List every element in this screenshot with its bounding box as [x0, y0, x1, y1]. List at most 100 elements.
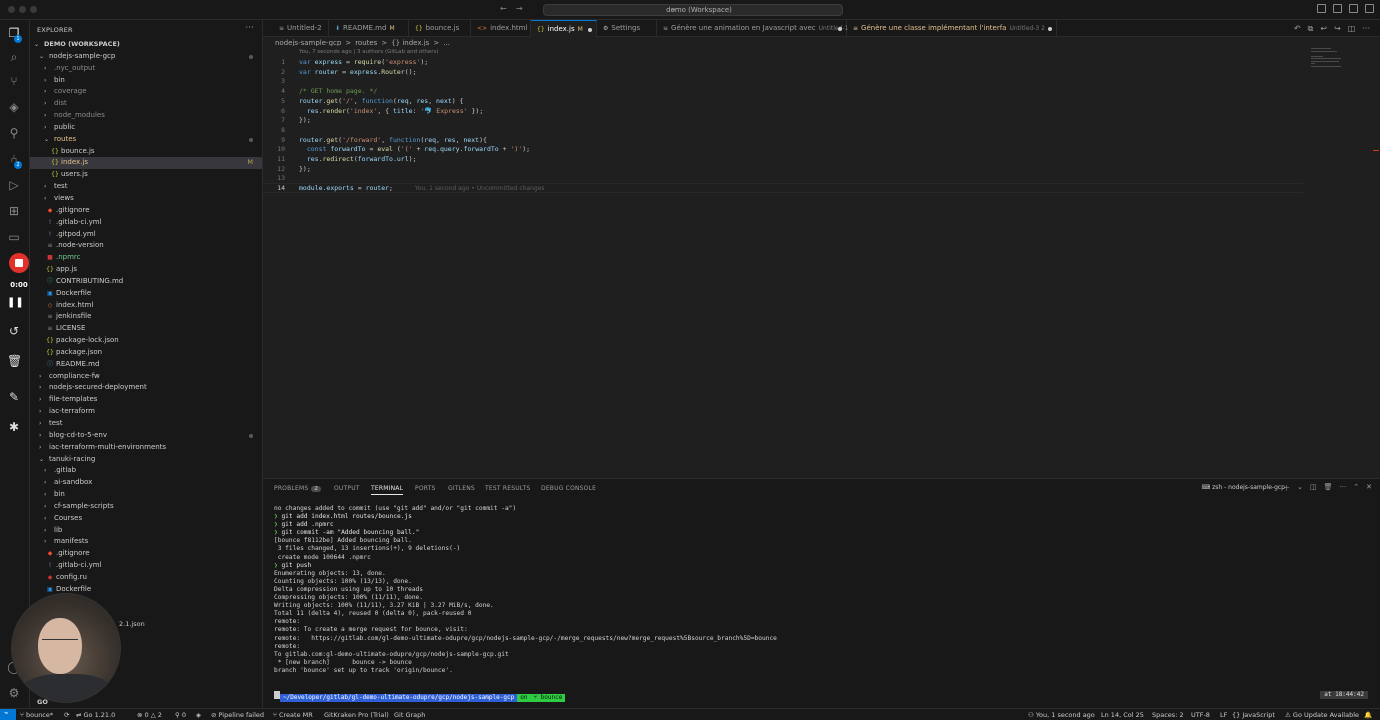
run-debug-icon[interactable]: ▷: [7, 178, 21, 192]
indentation[interactable]: Spaces: 2: [1152, 710, 1184, 720]
chevron-right-icon[interactable]: ›: [44, 75, 51, 87]
unsaved-dot[interactable]: [588, 28, 592, 32]
gitkraken-status[interactable]: GitKraken Pro (Trial): [324, 710, 389, 720]
tree-folder[interactable]: › iac-terraform: [30, 406, 262, 418]
command-center-search[interactable]: ⌕ demo (Workspace): [543, 4, 843, 16]
ports-status[interactable]: ⚲ 0: [175, 710, 186, 720]
tree-file[interactable]: ! .gitlab-ci.yml: [30, 217, 262, 229]
chevron-right-icon[interactable]: ›: [39, 418, 46, 430]
tree-folder[interactable]: › coverage: [30, 86, 262, 98]
panel-tab-test-results[interactable]: TEST RESULTS: [485, 485, 530, 492]
tab-js[interactable]: {} bounce.js: [409, 20, 471, 37]
chevron-right-icon[interactable]: ›: [44, 86, 51, 98]
new-terminal-icon[interactable]: ＋: [1283, 483, 1290, 493]
compare-icon[interactable]: ⧉: [1308, 24, 1314, 34]
split-editor-icon[interactable]: ◫: [1348, 24, 1356, 34]
branch-status[interactable]: ⑂ bounce*: [20, 710, 53, 720]
chevron-right-icon[interactable]: ›: [44, 536, 51, 548]
toggle-panel-icon[interactable]: [1333, 4, 1342, 13]
blame-status[interactable]: ⚇ You, 1 second ago: [1028, 710, 1095, 720]
remote-explorer-icon[interactable]: ▭: [7, 230, 21, 244]
extensions-icon[interactable]: ⊞: [7, 204, 21, 218]
pen-icon[interactable]: ✎: [7, 390, 21, 404]
chevron-right-icon[interactable]: ›: [44, 513, 51, 525]
tree-folder[interactable]: ⌄ nodejs-sample-gcp: [30, 51, 262, 63]
manage-gear-icon[interactable]: ⚙: [7, 686, 21, 700]
unsaved-dot[interactable]: [1048, 27, 1052, 31]
tree-file[interactable]: ▣ Dockerfile: [30, 288, 262, 300]
tree-file[interactable]: ! .gitlab-ci.yml: [30, 560, 262, 572]
tree-folder[interactable]: › test: [30, 181, 262, 193]
chevron-right-icon[interactable]: ›: [39, 430, 46, 442]
pipeline-status[interactable]: ⊘ Pipeline failed: [211, 710, 264, 720]
tree-file[interactable]: ◆ .gitignore: [30, 548, 262, 560]
tab-gear[interactable]: ⚙ Settings: [597, 20, 657, 37]
search-icon[interactable]: ⌕: [7, 50, 21, 64]
close-window-button[interactable]: [8, 6, 15, 13]
tab-txt[interactable]: ≡ Untitled-2: [273, 20, 329, 37]
codelens-blame[interactable]: You, 7 seconds ago | 3 authors (GitLab a…: [299, 49, 439, 55]
tree-folder[interactable]: ⌄ tanuki-racing: [30, 454, 262, 466]
chevron-right-icon[interactable]: ›: [44, 122, 51, 134]
tab-js[interactable]: {} index.js M: [531, 20, 597, 37]
panel-tab-problems[interactable]: PROBLEMS 2: [274, 485, 322, 492]
tree-folder[interactable]: › lib: [30, 525, 262, 537]
tree-folder[interactable]: › compliance-fw: [30, 371, 262, 383]
remote-indicator[interactable]: ⌁: [0, 709, 16, 720]
chevron-right-icon[interactable]: ›: [44, 489, 51, 501]
tree-folder[interactable]: › file-templates: [30, 394, 262, 406]
tree-folder[interactable]: › iac-terraform-multi-environments: [30, 442, 262, 454]
tree-folder[interactable]: › ai-sandbox: [30, 477, 262, 489]
customize-layout-icon[interactable]: [1365, 4, 1374, 13]
more-actions-icon[interactable]: ···: [1340, 483, 1347, 493]
source-control-icon[interactable]: ⑂: [7, 74, 21, 88]
tree-file[interactable]: ◇ index.html: [30, 300, 262, 312]
chevron-right-icon[interactable]: ›: [44, 63, 51, 75]
gitlab-icon[interactable]: ◈: [196, 710, 201, 720]
tree-file[interactable]: {} package-lock.json: [30, 335, 262, 347]
partial-json-file-label[interactable]: 2.1.json: [119, 620, 145, 628]
chevron-right-icon[interactable]: ›: [44, 477, 51, 489]
minimize-window-button[interactable]: [19, 6, 26, 13]
cursor-position[interactable]: Ln 14, Col 25: [1101, 710, 1144, 720]
chevron-right-icon[interactable]: ›: [44, 110, 51, 122]
tree-folder[interactable]: › Courses: [30, 513, 262, 525]
stop-recording-button[interactable]: [9, 253, 29, 273]
restart-icon[interactable]: ↺: [7, 324, 21, 338]
chevron-right-icon[interactable]: ›: [44, 181, 51, 193]
minimap[interactable]: [1311, 48, 1351, 72]
tree-folder[interactable]: › bin: [30, 75, 262, 87]
pause-icon[interactable]: ❚❚: [7, 296, 24, 310]
toggle-primary-sidebar-icon[interactable]: [1317, 4, 1326, 13]
panel-tab-debug-console[interactable]: DEBUG CONSOLE: [541, 485, 596, 492]
tree-folder[interactable]: › manifests: [30, 536, 262, 548]
unsaved-dot[interactable]: [838, 27, 842, 31]
tree-folder[interactable]: ⌄ DEMO (WORKSPACE): [30, 39, 262, 51]
history-icon[interactable]: ↶: [1294, 24, 1301, 34]
chevron-down-icon[interactable]: ⌄: [34, 39, 41, 51]
notifications-icon[interactable]: 🔔: [1364, 710, 1372, 720]
back-arrow-icon[interactable]: ←: [500, 4, 507, 13]
problems-status[interactable]: ⊗ 0 △ 2: [137, 710, 162, 720]
tree-folder[interactable]: ⌄ routes: [30, 134, 262, 146]
chevron-right-icon[interactable]: ›: [39, 406, 46, 418]
terminal-prompt[interactable]: ~/Developer/gitlab/gl-demo-ultimate-odup…: [274, 691, 566, 702]
go-back-icon[interactable]: ↩: [1320, 24, 1327, 34]
forward-arrow-icon[interactable]: →: [516, 4, 523, 13]
tree-file[interactable]: ◆ config.ru: [30, 572, 262, 584]
tree-folder[interactable]: › views: [30, 193, 262, 205]
panel-tab-terminal[interactable]: TERMINAL: [371, 485, 404, 495]
chevron-right-icon[interactable]: ›: [44, 501, 51, 513]
chevron-right-icon[interactable]: ›: [39, 394, 46, 406]
chevron-right-icon[interactable]: ›: [44, 465, 51, 477]
more-actions-icon[interactable]: ···: [245, 23, 254, 33]
panel-tab-ports[interactable]: PORTS: [415, 485, 436, 492]
chevron-down-icon[interactable]: ⌄: [39, 51, 46, 63]
tree-folder[interactable]: › dist: [30, 98, 262, 110]
trash-icon[interactable]: 🗑: [7, 354, 22, 368]
tab-txt[interactable]: ≡ Génère une classe implémentant l'interf…: [847, 20, 1057, 37]
chevron-right-icon[interactable]: ›: [44, 98, 51, 110]
go-update-status[interactable]: ⚠ Go Update Available: [1285, 710, 1359, 720]
tree-folder[interactable]: › node_modules: [30, 110, 262, 122]
tree-file[interactable]: {} package.json: [30, 347, 262, 359]
